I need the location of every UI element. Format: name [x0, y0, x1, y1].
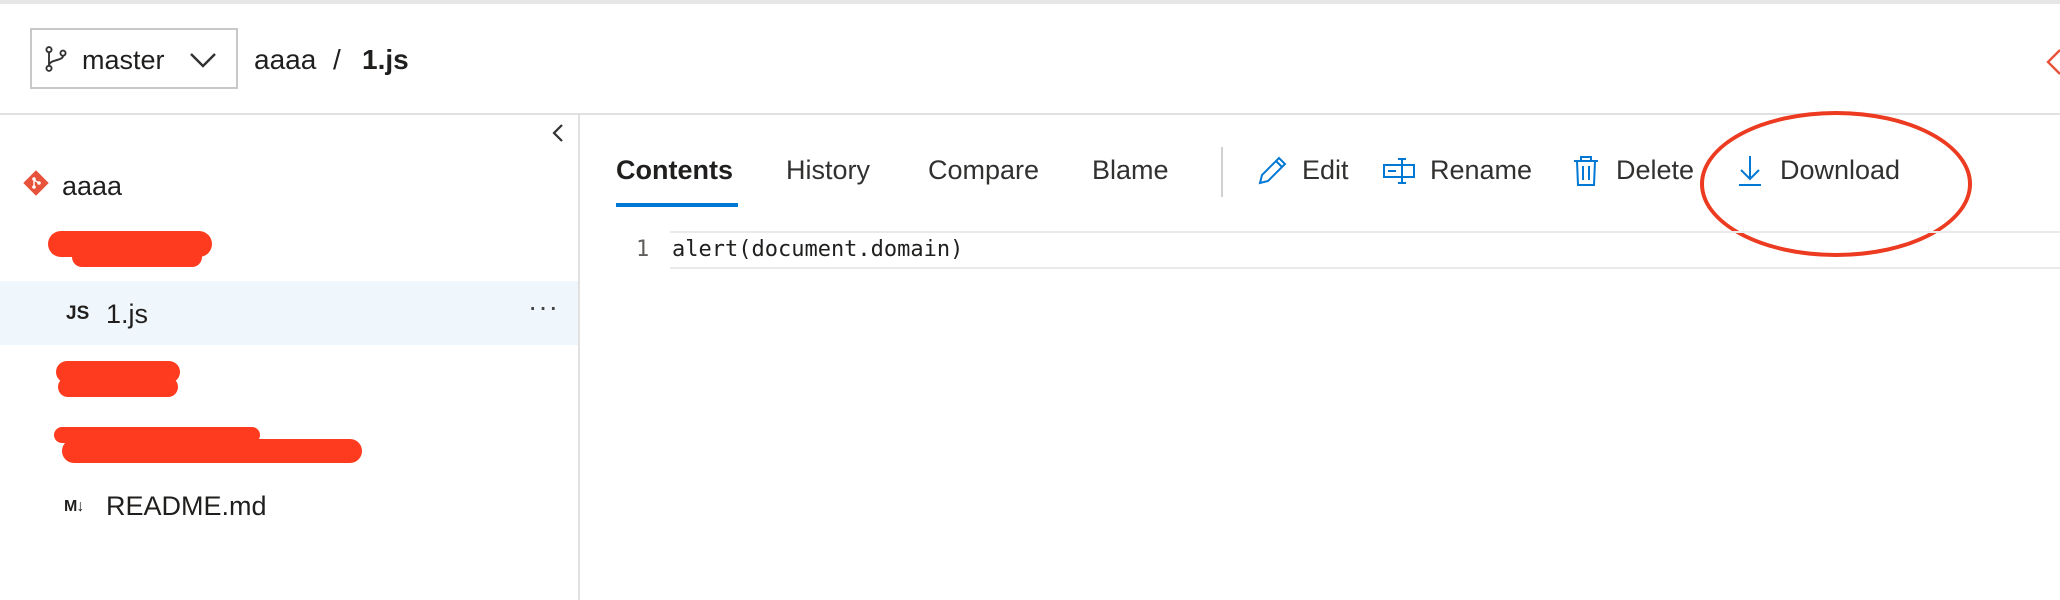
chevron-left-icon[interactable]: [548, 121, 568, 145]
download-icon: [1739, 156, 1761, 186]
branch-selector[interactable]: master: [30, 28, 238, 89]
tree-item-file[interactable]: JS 1.js ···: [0, 281, 578, 345]
download-label: Download: [1780, 155, 1901, 185]
branch-name: master: [82, 45, 165, 75]
more-actions-button[interactable]: ···: [528, 291, 559, 323]
download-button[interactable]: Download: [1732, 153, 1922, 193]
redaction-mark: [58, 377, 178, 397]
toolbar-divider: [1221, 147, 1223, 197]
rename-button[interactable]: Rename: [1382, 153, 1544, 193]
tab-blame[interactable]: Blame: [1092, 155, 1169, 186]
git-diamond-icon[interactable]: [2046, 48, 2060, 76]
branch-icon: [45, 46, 67, 72]
active-tab-indicator: [616, 203, 738, 207]
tab-contents[interactable]: Contents: [616, 155, 733, 186]
delete-label: Delete: [1616, 155, 1695, 185]
pencil-icon: [1258, 156, 1287, 185]
header: master aaaa / 1.js: [0, 4, 2060, 115]
delete-button[interactable]: Delete: [1568, 153, 1708, 193]
rename-icon: [1383, 158, 1415, 184]
markdown-file-icon: M↓: [64, 498, 84, 515]
repo-label: aaaa: [62, 171, 123, 201]
file-label: 1.js: [106, 299, 149, 329]
tab-compare[interactable]: Compare: [928, 155, 1039, 186]
git-repo-icon: [23, 170, 49, 196]
tree-item-file[interactable]: M↓ README.md: [0, 473, 578, 537]
file-tree-sidebar: aaaa JS 1.js ··· M↓ README.md: [0, 115, 580, 600]
file-content-pane: Contents History Compare Blame Edit Rena…: [580, 111, 2060, 600]
line-number: 1: [636, 237, 650, 262]
tree-item-repo[interactable]: aaaa: [0, 153, 578, 217]
breadcrumb-repo[interactable]: aaaa: [254, 44, 316, 76]
edit-button[interactable]: Edit: [1254, 153, 1364, 193]
edit-label: Edit: [1302, 155, 1349, 185]
chevron-down-icon: [190, 53, 216, 68]
file-label: README.md: [106, 491, 267, 521]
redaction-mark: [62, 439, 362, 463]
trash-icon: [1574, 156, 1598, 186]
rename-label: Rename: [1430, 155, 1533, 185]
redaction-mark: [72, 247, 202, 267]
tab-history[interactable]: History: [786, 155, 870, 186]
breadcrumb-separator: /: [333, 44, 341, 75]
code-line[interactable]: alert(document.domain): [672, 237, 963, 262]
breadcrumb-file: 1.js: [362, 44, 409, 75]
js-file-icon: JS: [66, 303, 90, 324]
